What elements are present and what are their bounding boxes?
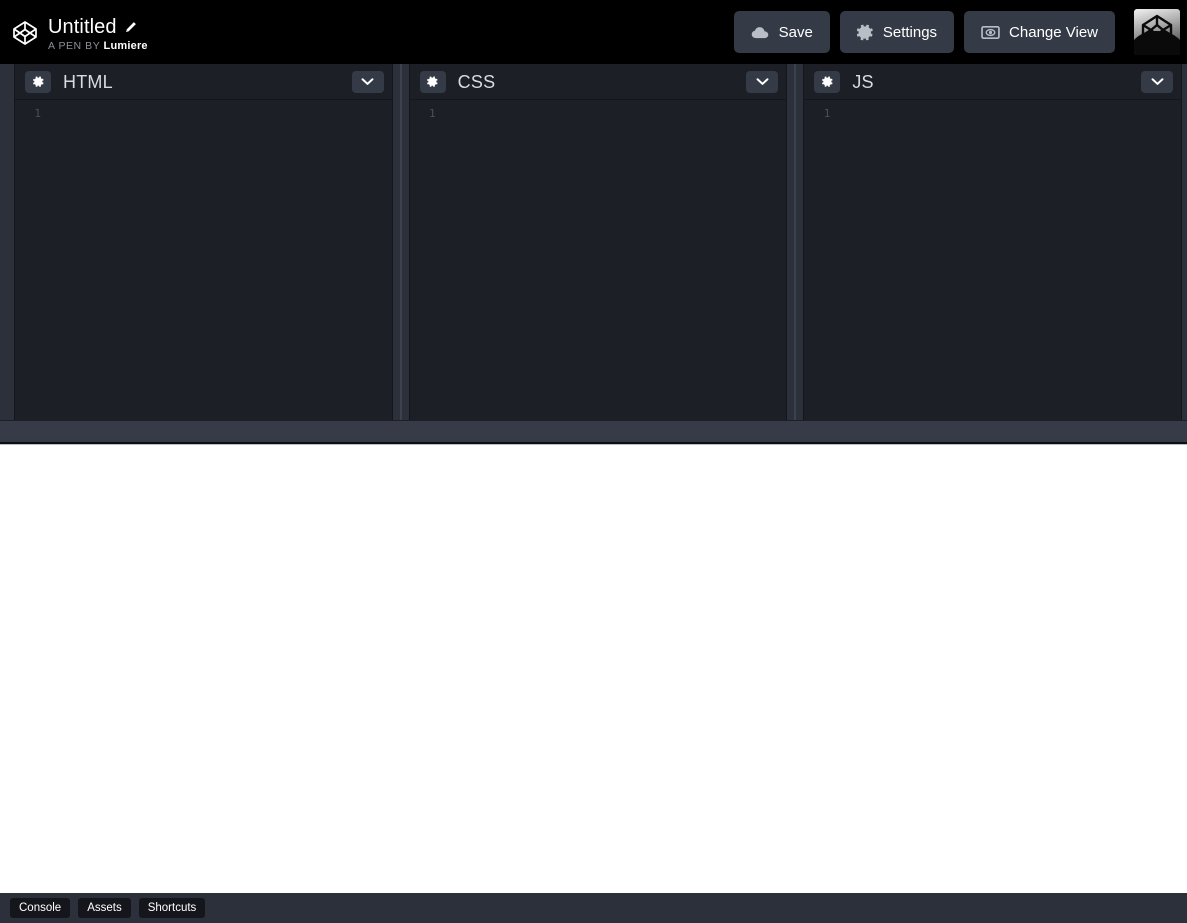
editor-pane-html-body[interactable]: 1: [15, 100, 392, 420]
editor-pane-html-header: HTML: [15, 64, 392, 100]
editor-pane-js-title: JS: [852, 71, 874, 92]
editor-pane-css-title: CSS: [457, 71, 496, 92]
pencil-icon[interactable]: [124, 21, 137, 34]
gear-icon: [856, 24, 874, 41]
html-settings-button[interactable]: [25, 70, 51, 93]
js-collapse-chevron-down-icon[interactable]: [1141, 70, 1174, 93]
assets-button[interactable]: Assets: [78, 898, 131, 918]
console-button[interactable]: Console: [10, 898, 71, 918]
pane-resize-handle-2[interactable]: [787, 64, 804, 420]
right-gutter: [1182, 64, 1187, 420]
editor-panes: HTML 1 CSS 1 JS 1: [0, 64, 1187, 420]
pane-resize-handle-1[interactable]: [392, 64, 409, 420]
save-button[interactable]: Save: [733, 11, 830, 53]
change-view-button-label: Change View: [1009, 23, 1098, 41]
pen-info: Untitled A PEN BY Lumiere: [12, 12, 148, 53]
editor-preview-resize-handle[interactable]: [0, 420, 1187, 444]
left-gutter: [0, 64, 14, 420]
pen-meta: Untitled A PEN BY Lumiere: [48, 16, 148, 53]
editor-pane-css: CSS 1: [408, 64, 788, 420]
codepen-logo-icon[interactable]: [12, 20, 38, 46]
editor-pane-js-header: JS: [804, 64, 1182, 100]
byline-prefix: A PEN BY: [48, 39, 101, 52]
top-bar-actions: Save Settings Change View: [733, 0, 1187, 64]
shortcuts-button[interactable]: Shortcuts: [138, 898, 206, 918]
change-view-button[interactable]: Change View: [964, 11, 1115, 53]
eye-view-icon: [981, 25, 1000, 39]
pen-author[interactable]: Lumiere: [104, 40, 148, 52]
editor-pane-js: JS 1: [803, 64, 1183, 420]
code-line: 1: [15, 105, 392, 122]
preview-iframe[interactable]: [0, 444, 1187, 893]
editor-pane-css-header: CSS: [409, 64, 787, 100]
cloud-icon: [751, 26, 770, 39]
css-collapse-chevron-down-icon[interactable]: [746, 70, 779, 93]
save-button-label: Save: [778, 23, 813, 41]
avatar[interactable]: [1134, 9, 1180, 55]
editor-pane-js-body[interactable]: 1: [804, 100, 1182, 420]
bottom-bar: Console Assets Shortcuts: [0, 893, 1187, 923]
codepen-editor-app: Untitled A PEN BY Lumiere Save Settings …: [0, 0, 1187, 923]
line-number: 1: [429, 107, 436, 120]
css-settings-button[interactable]: [419, 70, 446, 93]
js-settings-button[interactable]: [814, 70, 841, 93]
editor-pane-html-title: HTML: [63, 71, 113, 92]
pen-byline: A PEN BY Lumiere: [48, 40, 148, 53]
line-number: 1: [34, 107, 41, 120]
css-code-area[interactable]: 1: [410, 100, 787, 420]
code-line: 1: [410, 105, 787, 122]
html-collapse-chevron-down-icon[interactable]: [351, 70, 384, 93]
settings-button[interactable]: Settings: [839, 11, 955, 53]
code-line: 1: [804, 105, 1181, 122]
top-bar: Untitled A PEN BY Lumiere Save Settings …: [0, 0, 1187, 64]
js-code-area[interactable]: 1: [804, 100, 1181, 420]
editor-pane-css-body[interactable]: 1: [409, 100, 787, 420]
settings-button-label: Settings: [882, 23, 938, 41]
editor-pane-html: HTML 1: [14, 64, 393, 420]
line-number: 1: [823, 107, 831, 120]
html-code-area[interactable]: 1: [15, 100, 392, 420]
page-title[interactable]: Untitled: [48, 16, 117, 38]
pen-title-row: Untitled: [48, 16, 148, 38]
